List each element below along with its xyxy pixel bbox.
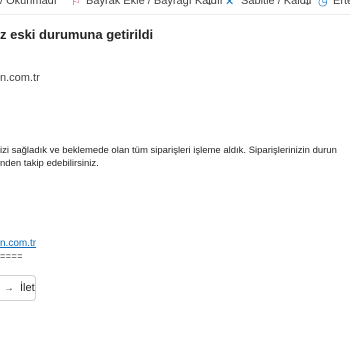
clock-icon: ◷ xyxy=(318,0,328,8)
separator-line: ==== xyxy=(0,251,24,261)
forward-button[interactable]: → İlet xyxy=(0,275,36,301)
pin-button[interactable]: Sabitle / Kaldır xyxy=(241,0,313,8)
mark-unread-button[interactable]: / Okunmadı xyxy=(0,0,57,8)
snooze-button[interactable]: Erte xyxy=(333,0,350,8)
flag-button[interactable]: Bayrak Ekle / Bayrağı Kaldır xyxy=(86,0,224,8)
forward-arrow-icon: → xyxy=(4,282,14,294)
toolbar-divider xyxy=(0,14,350,15)
message-toolbar: / Okunmadı ⚐ Bayrak Ekle / Bayrağı Kaldı… xyxy=(0,0,350,12)
body-line-1: izi sağladık ve beklemede olan tüm sipar… xyxy=(0,145,337,156)
chevron-down-icon-2[interactable]: ⌄ xyxy=(303,0,312,8)
message-subject: z eski durumuna getirildi xyxy=(0,27,154,42)
footer-link[interactable]: n.com.tr xyxy=(0,238,36,249)
flag-icon: ⚐ xyxy=(71,0,81,8)
message-reading-pane: / Okunmadı ⚐ Bayrak Ekle / Bayrağı Kaldı… xyxy=(0,0,350,350)
chevron-down-icon[interactable]: ⌄ xyxy=(205,0,214,8)
pin-icon: ✕ xyxy=(225,0,235,8)
sender-address[interactable]: n.com.tr xyxy=(0,72,40,84)
forward-label: İlet xyxy=(20,282,35,294)
body-line-2: nden takip edebilirsiniz. xyxy=(0,158,99,169)
